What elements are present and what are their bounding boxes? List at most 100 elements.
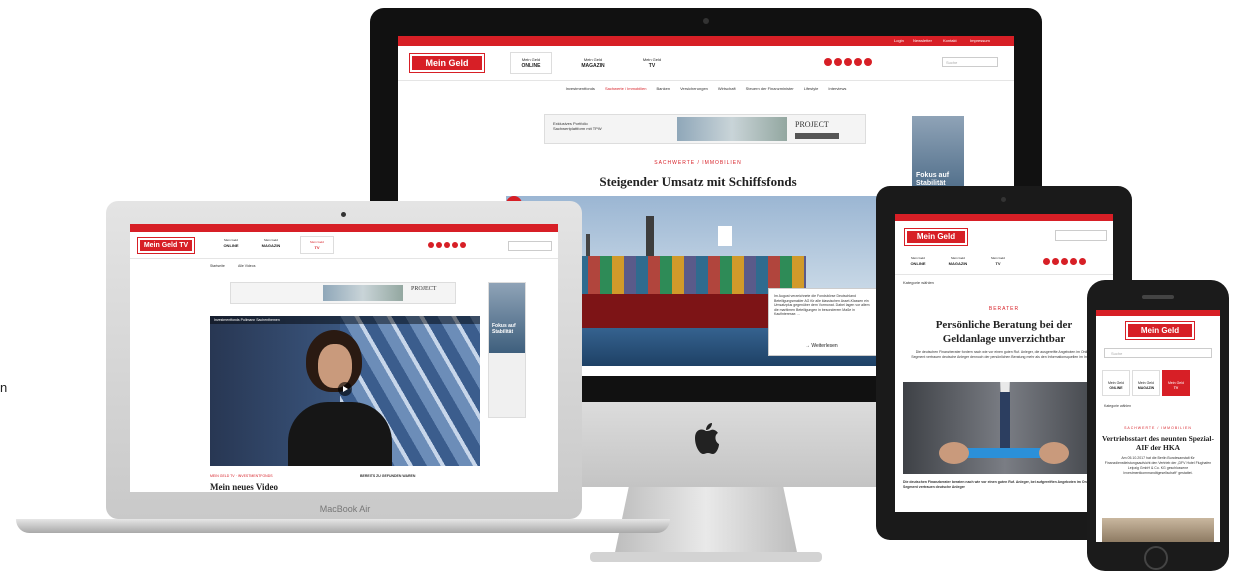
article-kicker: SACHWERTE / IMMOBILIEN <box>654 160 742 166</box>
sidebar-ad-title: Fokus auf Stabilität <box>492 323 516 335</box>
facebook-icon[interactable] <box>428 242 434 248</box>
top-bar <box>895 214 1113 221</box>
macbook-screen: Mein Geld TV Mein Geld ONLINE Mein Geld … <box>130 224 558 492</box>
tab-tv[interactable]: Mein Geld TV <box>634 54 670 72</box>
article-teaser-box: Im August verzeichnete die Fondsbörse De… <box>768 288 880 356</box>
nav-lifestyle[interactable]: Lifestyle <box>804 86 819 91</box>
tab-row: Mein Geld ONLINE Mein Geld MAGAZIN Mein … <box>895 248 1113 275</box>
youtube-icon[interactable] <box>864 58 872 66</box>
top-bar: Login Newsletter Kontakt Impressum <box>398 36 1014 46</box>
site-logo[interactable]: Mein Geld <box>1126 322 1194 339</box>
nav-sachwerte[interactable]: Sachwerte / Immobilien <box>605 86 647 91</box>
nav-steuern[interactable]: Steuern der Finanzminister <box>746 86 794 91</box>
video-player[interactable]: Investmentfonds Pullmann Sachenthemen <box>210 316 480 466</box>
tab-online[interactable]: Mein Geld ONLINE <box>903 256 933 268</box>
iphone-home-button[interactable] <box>1144 546 1168 570</box>
nav-investmentfonds[interactable]: Investmentfonds <box>566 86 595 91</box>
tab-online[interactable]: Mein Geld ONLINE <box>510 52 552 74</box>
site-header: Mein Geld Mein Geld ONLINE Mein Geld MAG… <box>398 46 1014 81</box>
video-title[interactable]: Mein neues Video <box>210 482 278 492</box>
banner-image <box>677 117 787 141</box>
top-link-impressum[interactable]: Impressum <box>970 38 990 43</box>
nav-alle-videos[interactable]: Alle Videos <box>238 264 255 268</box>
tab-tv-line2: TV <box>314 245 320 250</box>
play-icon[interactable] <box>338 382 352 396</box>
google-plus-icon[interactable] <box>1061 258 1068 265</box>
banner-text: Exklusives Portfolio Sachwertplattform m… <box>553 121 602 131</box>
article-body: Am 05.10.2017 hat die Berlin Bundesansta… <box>1104 456 1212 475</box>
tab-magazin[interactable]: Mein Geld MAGAZIN <box>943 256 973 268</box>
top-link-newsletter[interactable]: Newsletter <box>913 38 932 43</box>
tab-magazin[interactable]: Mein Geld MAGAZIN <box>256 238 286 252</box>
video-caption: Investmentfonds Pullmann Sachenthemen <box>210 316 480 324</box>
nav-wirtschaft[interactable]: Wirtschaft <box>718 86 736 91</box>
related-heading: BEREITS ZU GEFUNDEN WAREN <box>360 474 416 478</box>
search-input[interactable]: Suche <box>942 57 998 67</box>
tab-online-line2: ONLINE <box>521 63 541 69</box>
imac-foot <box>590 552 822 562</box>
category-select[interactable]: Kategorie wählen <box>1104 404 1131 409</box>
youtube-icon[interactable] <box>1079 258 1086 265</box>
xing-icon[interactable] <box>452 242 458 248</box>
article-photo[interactable] <box>1102 518 1214 542</box>
article-photo[interactable] <box>903 382 1107 474</box>
article-headline[interactable]: Vertriebsstart des neunten Spezial-AIF d… <box>1102 434 1214 452</box>
ad-banner[interactable]: Exklusives Portfolio Sachwertplattform m… <box>544 114 866 144</box>
tab-magazin[interactable]: Mein Geld MAGAZIN <box>572 54 614 72</box>
site-logo[interactable]: Mein Geld TV <box>138 238 194 253</box>
twitter-icon[interactable] <box>1052 258 1059 265</box>
nav-startseite[interactable]: Startseite <box>210 264 225 268</box>
nav-interviews[interactable]: Interviews <box>828 86 846 91</box>
read-more-link[interactable]: → Weiterlesen <box>805 343 838 349</box>
top-link-kontakt[interactable]: Kontakt <box>943 38 957 43</box>
ipad-screen: Mein Geld Mein Geld ONLINE Mein Geld MAG… <box>895 214 1113 512</box>
xing-icon[interactable] <box>854 58 862 66</box>
tab-magazin-line2: MAGAZIN <box>261 243 281 248</box>
top-link-login[interactable]: Login <box>894 38 904 43</box>
tab-tv[interactable]: Mein Geld TV <box>300 236 334 254</box>
imac-camera <box>703 18 709 24</box>
apple-logo-icon <box>695 423 719 454</box>
article-teaser-text: Im August verzeichnete die Fondsbörse De… <box>774 294 870 316</box>
macbook-base <box>16 519 670 533</box>
tab-online[interactable]: Mein Geld ONLINE <box>216 238 246 252</box>
article-kicker: BERATER <box>988 306 1020 312</box>
tab-online[interactable]: Mein Geld ONLINE <box>1102 370 1130 396</box>
article-headline[interactable]: Persönliche Beratung bei der Geldanlage … <box>915 318 1093 346</box>
search-input[interactable] <box>508 241 552 251</box>
search-input[interactable] <box>1055 230 1107 241</box>
ipad-camera <box>1001 197 1006 202</box>
category-select[interactable]: Kategorie wählen <box>903 280 934 285</box>
tab-tv[interactable]: Mein Geld TV <box>983 256 1013 268</box>
ad-banner[interactable]: PROJECT <box>230 282 456 304</box>
facebook-icon[interactable] <box>824 58 832 66</box>
facebook-icon[interactable] <box>1043 258 1050 265</box>
video-kicker: MEIN GELD TV · INVESTMENTFONDS <box>210 474 273 478</box>
nav-versicherungen[interactable]: Versicherungen <box>680 86 708 91</box>
tab-magazin-line2: MAGAZIN <box>1137 385 1155 390</box>
site-logo[interactable]: Mein Geld <box>905 229 967 245</box>
sidebar-ad[interactable]: Fokus auf Stabilität <box>488 282 526 418</box>
banner-cta <box>795 133 839 139</box>
macbook-brand-label: MacBook Air <box>319 504 371 514</box>
youtube-icon[interactable] <box>460 242 466 248</box>
iphone-screen: Mein Geld Suche Mein Geld ONLINE Mein Ge… <box>1096 310 1220 542</box>
top-bar <box>1096 310 1220 316</box>
tab-tv[interactable]: Mein Geld TV <box>1162 370 1190 396</box>
search-input[interactable]: Suche <box>1104 348 1212 358</box>
nav-banken[interactable]: Banken <box>657 86 671 91</box>
google-plus-icon[interactable] <box>844 58 852 66</box>
banner-brand: PROJECT <box>795 120 829 129</box>
twitter-icon[interactable] <box>436 242 442 248</box>
iphone-speaker <box>1142 295 1174 299</box>
google-plus-icon[interactable] <box>444 242 450 248</box>
tab-magazin[interactable]: Mein Geld MAGAZIN <box>1132 370 1160 396</box>
tab-tv-line2: TV <box>1173 385 1179 390</box>
twitter-icon[interactable] <box>834 58 842 66</box>
tab-magazin-line2: MAGAZIN <box>948 261 968 266</box>
xing-icon[interactable] <box>1070 258 1077 265</box>
article-headline[interactable]: Steigender Umsatz mit Schiffsfonds <box>518 174 878 190</box>
site-header: Mein Geld TV Mein Geld ONLINE Mein Geld … <box>130 232 558 259</box>
tab-tv-line2: TV <box>995 261 1001 266</box>
site-logo[interactable]: Mein Geld <box>410 54 484 72</box>
